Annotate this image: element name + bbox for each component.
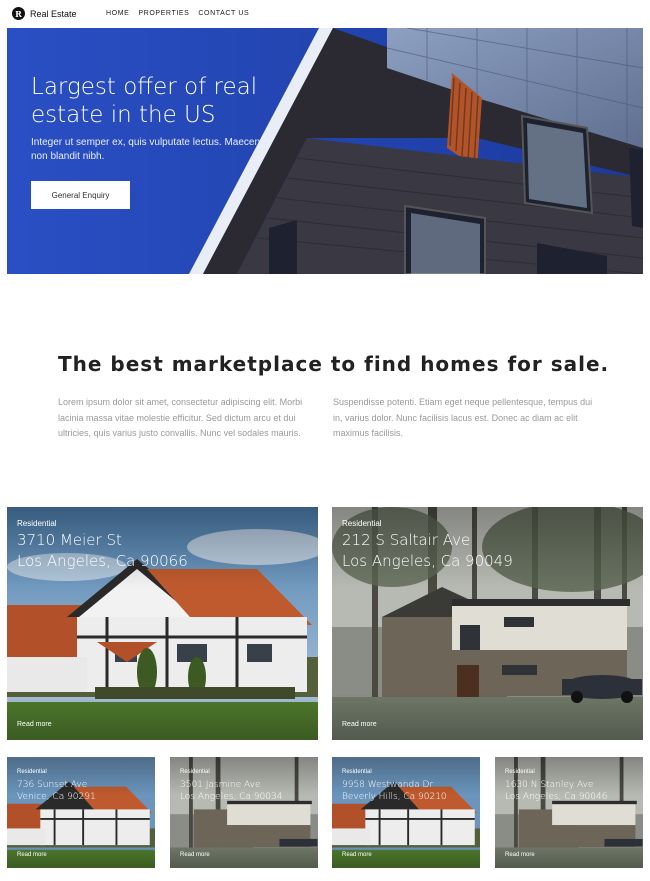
listing-address: 736 Sunset Ave Venice, Ca 90291 (17, 779, 96, 803)
read-more-link[interactable]: Read more (342, 721, 377, 728)
listing-address: 1630 N Stanley Ave Los Angeles, Ca 90046 (505, 779, 607, 803)
listing-street: 3501 Jasmine Ave (180, 780, 261, 790)
listing-card[interactable]: Residential 736 Sunset Ave Venice, Ca 90… (7, 757, 155, 868)
intro-paragraph-right: Suspendisse potenti. Etiam eget neque pe… (333, 397, 593, 438)
listing-city: Los Angeles, Ca 90034 (180, 792, 283, 802)
read-more-link[interactable]: Read more (180, 852, 210, 858)
listing-street: 9958 Westwanda Dr (342, 780, 434, 790)
intro-heading: The best marketplace to find homes for s… (58, 352, 610, 376)
general-enquiry-button[interactable]: General Enquiry (31, 181, 130, 209)
listing-type: Residential (505, 769, 535, 775)
nav-home-link[interactable]: HOME (106, 10, 129, 17)
listing-type: Residential (180, 769, 210, 775)
read-more-link[interactable]: Read more (505, 852, 535, 858)
listing-city: Beverly Hills, Ca 90210 (342, 792, 447, 802)
listing-card[interactable]: Residential 9958 Westwanda Dr Beverly Hi… (332, 757, 480, 868)
main-menu: HOME PROPERTIES CONTACT US (106, 10, 249, 17)
nav-properties-link[interactable]: PROPERTIES (138, 10, 189, 17)
hero-title: Largest offer of real estate in the US (31, 74, 258, 128)
listing-street: 736 Sunset Ave (17, 780, 88, 790)
intro-paragraph-left: Lorem ipsum dolor sit amet, consectetur … (58, 397, 303, 438)
listing-city: Los Angeles, Ca 90049 (342, 552, 513, 570)
listing-street: 3710 Meier St (17, 531, 122, 549)
listing-street: 1630 N Stanley Ave (505, 780, 594, 790)
listing-card[interactable]: Residential 1630 N Stanley Ave Los Angel… (495, 757, 643, 868)
listing-city: Los Angeles, Ca 90046 (505, 792, 608, 802)
read-more-link[interactable]: Read more (342, 852, 372, 858)
listing-type: Residential (342, 519, 382, 528)
listing-address: 9958 Westwanda Dr Beverly Hills, Ca 9021… (342, 779, 447, 803)
listing-address: 3501 Jasmine Ave Los Angeles, Ca 90034 (180, 779, 282, 803)
listing-city: Los Angeles, Ca 90066 (17, 552, 188, 570)
listing-card[interactable]: Residential 3501 Jasmine Ave Los Angeles… (170, 757, 318, 868)
listing-type: Residential (342, 769, 372, 775)
listing-type: Residential (17, 519, 57, 528)
read-more-link[interactable]: Read more (17, 852, 47, 858)
listing-street: 212 S Saltair Ave (342, 531, 471, 549)
listing-type: Residential (17, 769, 47, 775)
listing-address: 3710 Meier St Los Angeles, Ca 90066 (17, 530, 188, 572)
brand-logo-icon: R (12, 7, 25, 20)
brand-name: Real Estate (30, 8, 77, 19)
top-navigation: R Real Estate HOME PROPERTIES CONTACT US (0, 0, 650, 28)
listing-city: Venice, Ca 90291 (17, 792, 96, 802)
read-more-link[interactable]: Read more (17, 721, 52, 728)
hero-subtitle: Integer ut semper ex, quis vulputate lec… (31, 137, 271, 162)
nav-contact-link[interactable]: CONTACT US (198, 10, 249, 17)
brand[interactable]: R Real Estate (12, 7, 77, 20)
listing-address: 212 S Saltair Ave Los Angeles, Ca 90049 (342, 530, 513, 572)
listing-card[interactable]: Residential 212 S Saltair Ave Los Angele… (332, 507, 643, 740)
listing-card[interactable]: Residential 3710 Meier St Los Angeles, C… (7, 507, 318, 740)
hero-banner: Largest offer of real estate in the US I… (7, 28, 643, 274)
